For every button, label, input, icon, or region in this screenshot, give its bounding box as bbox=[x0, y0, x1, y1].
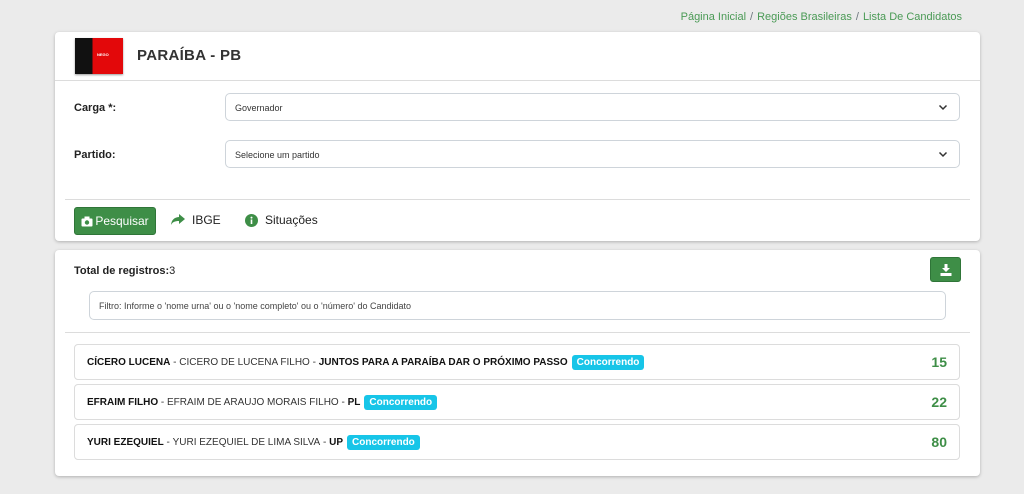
download-icon bbox=[940, 263, 951, 276]
candidate-full-name: YURI EZEQUIEL DE LIMA SILVA bbox=[172, 436, 321, 448]
download-button[interactable] bbox=[930, 257, 961, 282]
status-badge: Concorrendo bbox=[571, 354, 645, 370]
info-icon bbox=[245, 213, 258, 227]
list-item[interactable]: EFRAIM FILHO - EFRAIM DE ARAUJO MORAIS F… bbox=[74, 384, 960, 420]
ibge-link[interactable]: IBGE bbox=[171, 213, 221, 227]
candidate-urn-name: EFRAIM FILHO bbox=[87, 396, 159, 408]
breadcrumb-separator: / bbox=[855, 11, 859, 23]
partido-label: Partido: bbox=[74, 149, 116, 161]
candidate-urn-name: YURI EZEQUIEL bbox=[87, 436, 164, 448]
search-button-label: Pesquisar bbox=[95, 214, 149, 228]
state-header: NEGO PARAÍBA - PB bbox=[55, 32, 980, 81]
state-flag-icon: NEGO bbox=[75, 38, 123, 74]
candidate-full-name: CICERO DE LUCENA FILHO bbox=[179, 356, 310, 368]
breadcrumb-regions-link[interactable]: Regiões Brasileiras bbox=[757, 11, 852, 23]
candidate-number: 80 bbox=[931, 434, 947, 450]
total-records-value: 3 bbox=[169, 265, 176, 277]
cargo-select-value: Governador bbox=[235, 103, 283, 113]
cargo-select[interactable]: Governador bbox=[225, 93, 960, 121]
camera-icon bbox=[81, 216, 93, 226]
flag-text: NEGO bbox=[97, 52, 109, 57]
breadcrumb-current: Lista De Candidatos bbox=[862, 11, 962, 23]
status-badge: Concorrendo bbox=[364, 394, 438, 410]
situacoes-link[interactable]: Situações bbox=[245, 213, 318, 227]
total-records: Total de registros:3 bbox=[74, 265, 175, 277]
divider bbox=[65, 332, 970, 333]
breadcrumb-separator: / bbox=[750, 11, 754, 23]
cargo-row: Carga *: Governador bbox=[55, 93, 980, 123]
breadcrumb: Página Inicial / Regiões Brasileiras / Lista… bbox=[681, 11, 962, 23]
total-records-label: Total de registros: bbox=[74, 265, 170, 277]
search-button[interactable]: Pesquisar bbox=[74, 207, 156, 235]
partido-select[interactable]: Selecione um partido bbox=[225, 140, 960, 168]
breadcrumb-home-link[interactable]: Página Inicial bbox=[681, 11, 746, 23]
list-item[interactable]: YURI EZEQUIEL - YURI EZEQUIEL DE LIMA SI… bbox=[74, 424, 960, 460]
chevron-down-icon bbox=[938, 151, 948, 158]
candidate-urn-name: CÍCERO LUCENA bbox=[87, 356, 171, 368]
candidate-party: UP bbox=[329, 436, 344, 448]
chevron-down-icon bbox=[938, 104, 948, 111]
candidate-number: 15 bbox=[931, 354, 947, 370]
situacoes-link-label: Situações bbox=[265, 213, 318, 227]
cargo-label: Carga *: bbox=[74, 102, 117, 114]
candidate-list: CÍCERO LUCENA - CICERO DE LUCENA FILHO -… bbox=[74, 344, 960, 464]
partido-row: Partido: Selecione um partido bbox=[55, 140, 980, 170]
ibge-link-label: IBGE bbox=[192, 213, 221, 227]
status-badge: Concorrendo bbox=[347, 434, 420, 450]
page-title: PARAÍBA - PB bbox=[137, 47, 242, 64]
filter-input[interactable]: Filtro: Informe o 'nome urna' ou o 'nome… bbox=[89, 291, 946, 320]
candidate-full-name: EFRAIM DE ARAUJO MORAIS FILHO bbox=[167, 396, 339, 408]
search-card: NEGO PARAÍBA - PB Carga *: Governador Pa… bbox=[55, 32, 980, 241]
list-item[interactable]: CÍCERO LUCENA - CICERO DE LUCENA FILHO -… bbox=[74, 344, 960, 380]
candidate-number: 22 bbox=[931, 394, 947, 410]
share-arrow-icon bbox=[171, 214, 185, 225]
action-bar: Pesquisar IBGE Situações bbox=[65, 199, 970, 241]
candidate-party: JUNTOS PARA A PARAÍBA DAR O PRÓXIMO PASS… bbox=[318, 356, 568, 368]
candidate-party: PL bbox=[347, 396, 361, 408]
partido-select-value: Selecione um partido bbox=[235, 150, 320, 160]
results-card: Total de registros:3 Filtro: Informe o '… bbox=[55, 250, 980, 476]
